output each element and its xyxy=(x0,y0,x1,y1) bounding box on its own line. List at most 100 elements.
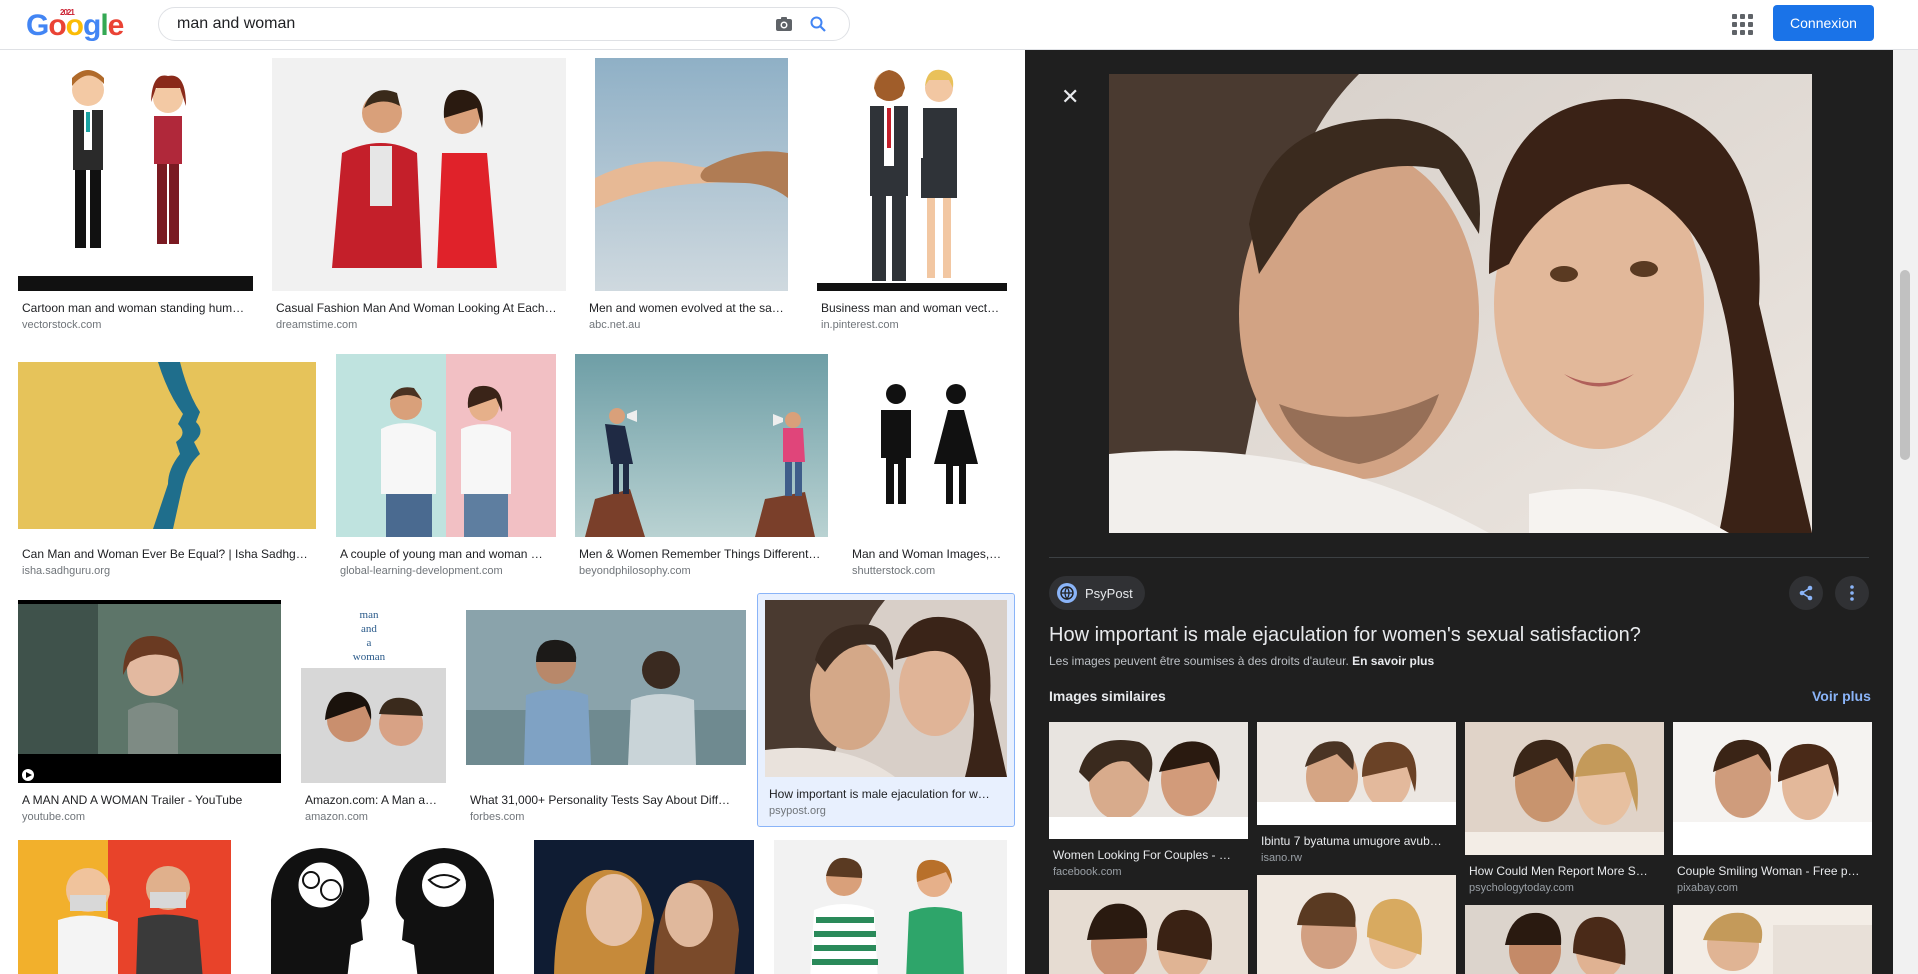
similar-image-tile[interactable]: Ibintu 7 byatuma umugore avubu… isano.rw xyxy=(1257,722,1456,867)
result-title[interactable]: Casual Fashion Man And Woman Looking At … xyxy=(276,301,564,315)
similar-image-tile[interactable] xyxy=(1257,875,1456,974)
similar-image-tile[interactable] xyxy=(1465,905,1664,974)
result-tile[interactable]: Can Man and Woman Ever Be Equal? | Isha … xyxy=(18,354,316,584)
similar-image[interactable] xyxy=(1257,722,1456,825)
result-image[interactable] xyxy=(585,58,797,291)
result-source[interactable]: amazon.com xyxy=(305,811,443,823)
signin-button[interactable]: Connexion xyxy=(1773,5,1874,41)
result-title[interactable]: How important is male ejaculation for w… xyxy=(769,787,1007,801)
close-icon[interactable]: ✕ xyxy=(1061,84,1079,110)
similar-image-tile[interactable]: Women Looking For Couples - H… facebook.… xyxy=(1049,722,1248,882)
result-tile[interactable]: Men and women evolved at the sa… abc.net… xyxy=(585,58,797,338)
result-image[interactable] xyxy=(18,58,253,291)
result-tile[interactable] xyxy=(18,840,231,974)
result-image[interactable]: man and a woman xyxy=(301,600,446,783)
camera-icon[interactable] xyxy=(771,11,797,37)
similar-title[interactable]: Couple Smiling Woman - Free ph… xyxy=(1677,864,1860,878)
result-source[interactable]: dreamstime.com xyxy=(276,319,564,331)
result-source[interactable]: in.pinterest.com xyxy=(821,319,1005,331)
result-title[interactable]: Men and women evolved at the sa… xyxy=(589,301,794,315)
result-source[interactable]: abc.net.au xyxy=(589,319,794,331)
result-image[interactable] xyxy=(18,600,281,783)
result-source[interactable]: isha.sadhguru.org xyxy=(22,565,314,577)
result-tile[interactable]: A MAN AND A WOMAN Trailer - YouTube yout… xyxy=(18,600,281,830)
result-tile[interactable] xyxy=(251,840,514,974)
source-chip[interactable]: PsyPost xyxy=(1049,576,1145,610)
similar-image-tile[interactable]: Couple Smiling Woman - Free ph… pixabay.… xyxy=(1673,722,1872,897)
result-tile-selected[interactable]: How important is male ejaculation for w…… xyxy=(757,593,1015,827)
result-image[interactable] xyxy=(765,600,1007,777)
learn-more-link[interactable]: En savoir plus xyxy=(1352,654,1434,668)
result-tile[interactable]: Men & Women Remember Things Different… b… xyxy=(575,354,828,584)
result-image[interactable] xyxy=(774,840,1007,974)
result-title[interactable]: Business man and woman vect… xyxy=(821,301,1005,315)
similar-image-tile[interactable] xyxy=(1049,890,1248,974)
result-tile[interactable]: man and a woman Amazon.com: A Man a… ama… xyxy=(301,600,446,830)
result-source[interactable]: youtube.com xyxy=(22,811,278,823)
result-image[interactable] xyxy=(534,840,754,974)
similar-image[interactable] xyxy=(1673,722,1872,855)
result-image[interactable] xyxy=(18,354,316,537)
similar-image-tile[interactable] xyxy=(1673,905,1872,974)
result-image[interactable] xyxy=(466,600,746,783)
result-tile[interactable] xyxy=(534,840,754,974)
result-image[interactable] xyxy=(817,58,1007,291)
similar-source[interactable]: facebook.com xyxy=(1053,866,1121,878)
result-title[interactable]: A couple of young man and woman … xyxy=(340,547,554,561)
similar-image[interactable] xyxy=(1673,905,1872,974)
similar-image[interactable] xyxy=(1049,722,1248,839)
result-title[interactable]: Cartoon man and woman standing hum… xyxy=(22,301,250,315)
search-icon[interactable] xyxy=(805,11,831,37)
result-source[interactable]: beyondphilosophy.com xyxy=(579,565,825,577)
result-image[interactable] xyxy=(336,354,556,537)
result-image[interactable] xyxy=(18,840,231,974)
similar-source[interactable]: isano.rw xyxy=(1261,852,1302,864)
result-tile[interactable]: Cartoon man and woman standing hum… vect… xyxy=(18,58,253,338)
see-more-link[interactable]: Voir plus xyxy=(1812,688,1871,704)
apps-grid-icon[interactable] xyxy=(1730,12,1754,36)
result-source[interactable]: forbes.com xyxy=(470,811,744,823)
result-source[interactable]: psypost.org xyxy=(769,805,1007,817)
result-image[interactable] xyxy=(272,58,566,291)
image-preview-panel: ✕ PsyPost How important is male ejaculat… xyxy=(1025,50,1893,974)
similar-image[interactable] xyxy=(1049,890,1248,974)
similar-image[interactable] xyxy=(1257,875,1456,974)
result-title[interactable]: What 31,000+ Personality Tests Say About… xyxy=(470,793,744,807)
result-tile[interactable]: A couple of young man and woman … global… xyxy=(336,354,556,584)
result-image[interactable] xyxy=(575,354,828,537)
result-title[interactable]: Man and Woman Images,… xyxy=(852,547,1004,561)
similar-image[interactable] xyxy=(1465,722,1664,855)
result-image[interactable] xyxy=(848,354,1007,537)
google-logo[interactable]: G o o g l e 2021 xyxy=(26,8,124,44)
similar-source[interactable]: pixabay.com xyxy=(1677,882,1738,894)
result-title[interactable]: Can Man and Woman Ever Be Equal? | Isha … xyxy=(22,547,314,561)
preview-image[interactable] xyxy=(1109,74,1812,533)
similar-title[interactable]: Women Looking For Couples - H… xyxy=(1053,848,1236,862)
result-tile[interactable]: What 31,000+ Personality Tests Say About… xyxy=(466,600,746,830)
result-source[interactable]: shutterstock.com xyxy=(852,565,1004,577)
search-input[interactable] xyxy=(177,15,763,33)
result-source[interactable]: global-learning-development.com xyxy=(340,565,554,577)
result-tile[interactable] xyxy=(774,840,1007,974)
similar-image-tile[interactable]: How Could Men Report More Sex… psycholog… xyxy=(1465,722,1664,897)
result-title[interactable]: A MAN AND A WOMAN Trailer - YouTube xyxy=(22,793,278,807)
search-box[interactable] xyxy=(158,7,850,41)
result-title[interactable]: Men & Women Remember Things Different… xyxy=(579,547,825,561)
copyright-notice: Les images peuvent être soumises à des d… xyxy=(1049,654,1434,668)
similar-title[interactable]: How Could Men Report More Sex… xyxy=(1469,864,1652,878)
share-icon[interactable] xyxy=(1789,576,1823,610)
result-tile[interactable]: Casual Fashion Man And Woman Looking At … xyxy=(272,58,566,338)
source-chip-label[interactable]: PsyPost xyxy=(1085,586,1133,601)
similar-title[interactable]: Ibintu 7 byatuma umugore avubu… xyxy=(1261,834,1444,848)
similar-source[interactable]: psychologytoday.com xyxy=(1469,882,1574,894)
page-scrollbar[interactable] xyxy=(1893,50,1918,974)
more-options-icon[interactable] xyxy=(1835,576,1869,610)
result-tile[interactable]: Business man and woman vect… in.pinteres… xyxy=(817,58,1007,338)
similar-image[interactable] xyxy=(1465,905,1664,974)
scrollbar-thumb[interactable] xyxy=(1900,270,1910,460)
preview-title[interactable]: How important is male ejaculation for wo… xyxy=(1049,624,1869,647)
result-source[interactable]: vectorstock.com xyxy=(22,319,250,331)
result-tile[interactable]: Man and Woman Images,… shutterstock.com xyxy=(848,354,1007,584)
result-title[interactable]: Amazon.com: A Man a… xyxy=(305,793,443,807)
result-image[interactable] xyxy=(251,840,514,974)
